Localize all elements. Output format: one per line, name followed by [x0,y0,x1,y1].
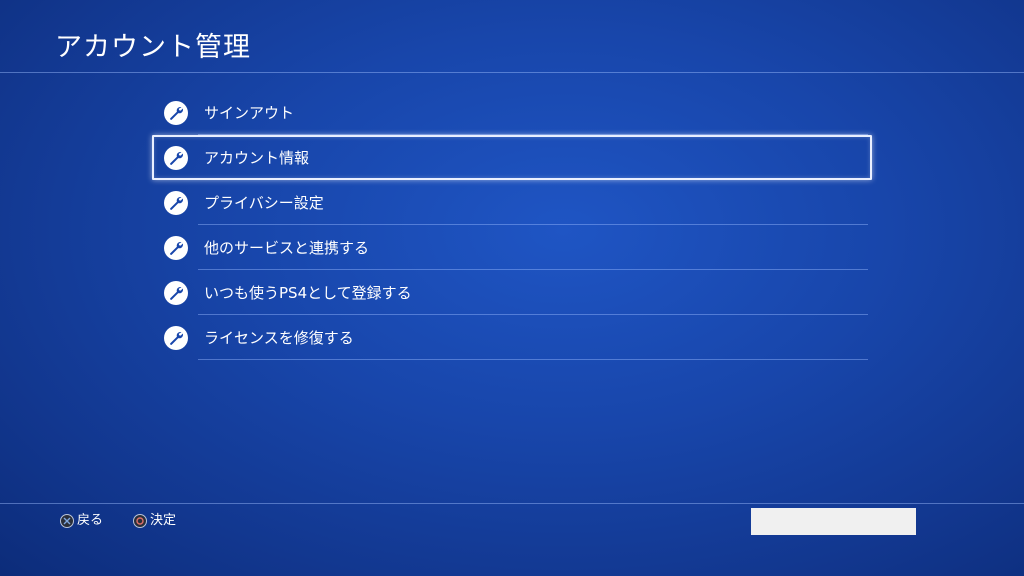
menu-item-account-info[interactable]: アカウント情報 [152,135,872,180]
cross-button-icon [60,514,74,528]
menu-item-restore-licenses[interactable]: ライセンスを修復する [152,315,872,360]
menu-item-label: サインアウト [204,103,295,122]
menu-item-label: プライバシー設定 [204,193,324,212]
menu-item-label: 他のサービスと連携する [204,238,370,257]
menu-item-label: いつも使うPS4として登録する [204,283,412,302]
menu-item-link-services[interactable]: 他のサービスと連携する [152,225,872,270]
menu-item-sign-out[interactable]: サインアウト [152,90,872,135]
page-title: アカウント管理 [55,32,251,63]
wrench-icon [164,145,188,170]
back-label: 戻る [77,513,104,528]
confirm-hint[interactable]: 決定 [133,512,176,530]
wrench-icon [164,325,188,350]
wrench-icon [164,235,188,260]
menu-item-privacy-settings[interactable]: プライバシー設定 [152,180,872,225]
menu-item-label: ライセンスを修復する [204,328,354,347]
divider [198,359,868,360]
circle-button-icon [133,514,147,528]
footer-bar: 戻る 決定 [0,503,1024,576]
confirm-label: 決定 [150,513,177,528]
wrench-icon [164,280,188,305]
blank-status-box [751,508,916,535]
menu-item-label: アカウント情報 [204,148,310,167]
menu-item-register-primary-ps4[interactable]: いつも使うPS4として登録する [152,270,872,315]
back-hint[interactable]: 戻る [60,512,103,530]
header-bar: アカウント管理 [0,0,1024,73]
wrench-icon [164,100,188,125]
settings-menu: サインアウト アカウント情報 プライバシー設定 他のサービスと連携する いつも使… [152,90,872,360]
wrench-icon [164,190,188,215]
